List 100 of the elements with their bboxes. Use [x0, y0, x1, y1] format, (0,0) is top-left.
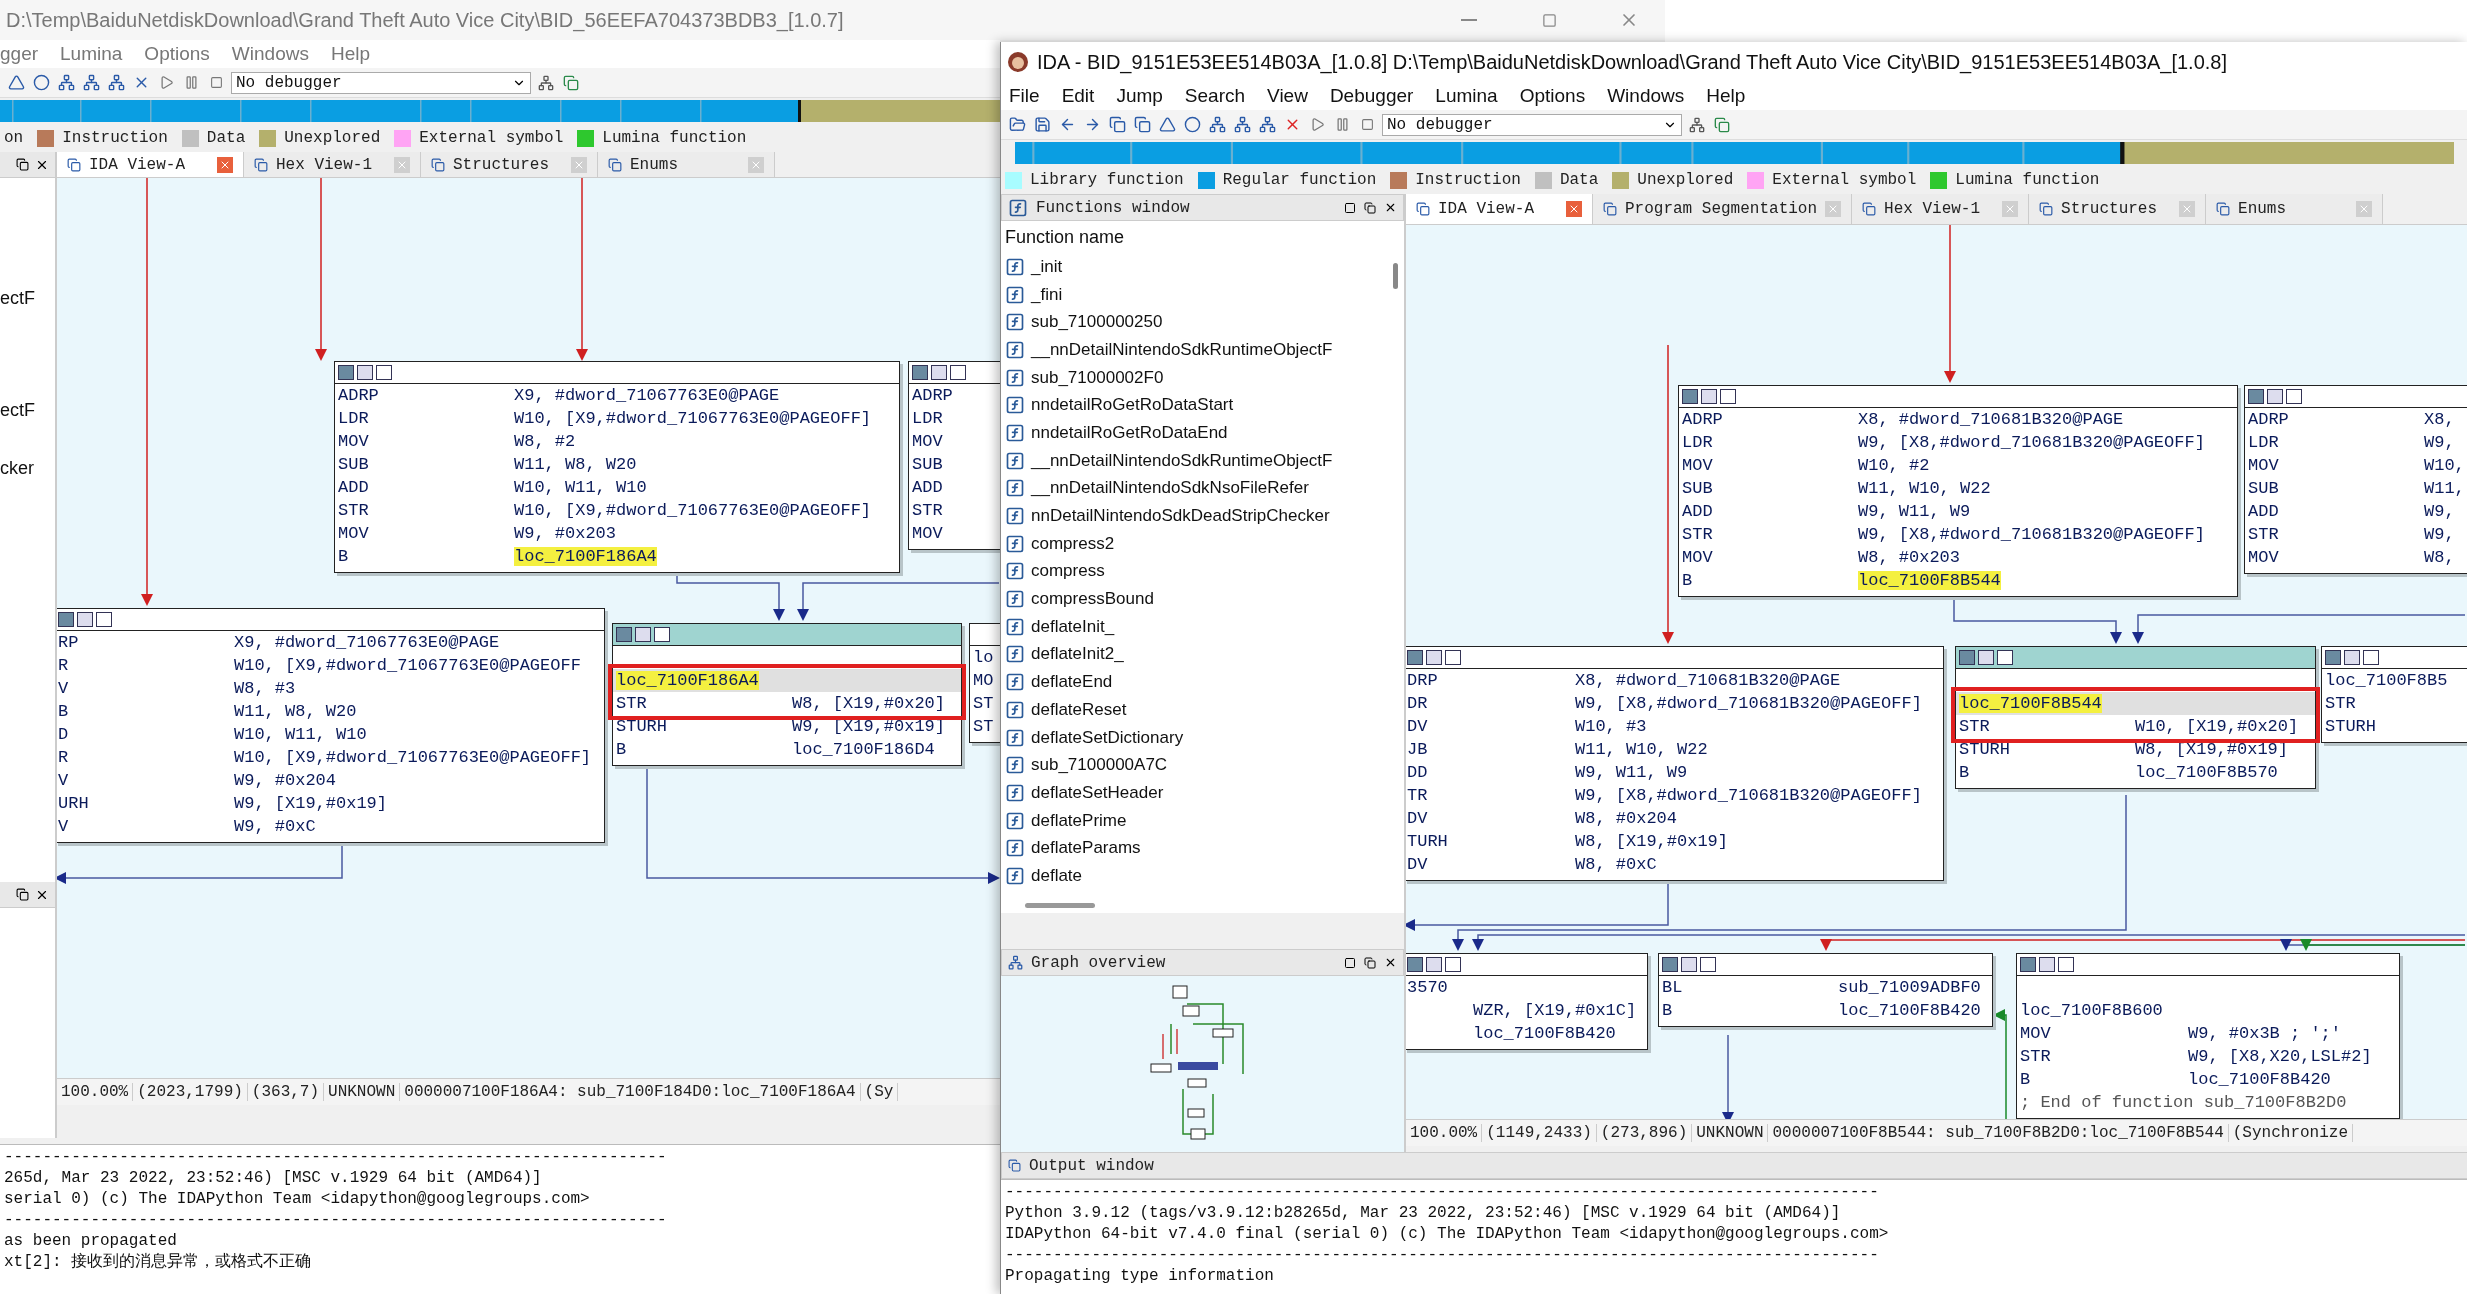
menu-item[interactable]: File [1009, 85, 1040, 107]
menu-item[interactable]: Help [1706, 85, 1746, 107]
menu-item[interactable]: Debugger [1329, 85, 1414, 107]
instruction-operand: X9, #dword_71067763E0@PAGE [234, 633, 500, 652]
instruction-mnemonic: ADRP [912, 386, 954, 405]
instruction-operand: W11, W8, W20 [234, 702, 357, 721]
instruction-mnemonic: TURH [1407, 832, 1449, 851]
output-line: Python 3.9.12 (tags/v3.9.12:b28265d, Mar 23 2022, 23:52:46) [MSC v.1929 64 bit (AMD64)] [1005, 1203, 1842, 1224]
menu-item[interactable]: Edit [1061, 85, 1095, 107]
function-name[interactable]: ectF [0, 400, 55, 424]
code-block[interactable]: BL sub_71009ADBF0 B loc_7100F8B420 [1658, 953, 1993, 1027]
view-tab[interactable]: Structures [2029, 194, 2207, 224]
legend-label: Data [206, 129, 246, 147]
instruction-mnemonic: DD [1407, 763, 1429, 782]
instruction-mnemonic: TR [1407, 786, 1429, 805]
code-block[interactable]: ADRP X9, #dword_71067763E0@PAGE LDR W10, [X9,#dword_71067763E0@PAGEOFF] MOV W8, #2 SUB W11, W8, W20 ADD W10, W11, W10 STR W10, [X9,#dword_71067763E0@PAGEOFF] MOV W9, #0x203 B loc_7100F186A4 [334, 361, 900, 573]
function-name[interactable]: deflatePrime [1031, 810, 1127, 831]
instruction-operand: W10, W11, W10 [234, 725, 367, 744]
instruction-operand: X8, [2424, 410, 2455, 429]
function-name[interactable]: _fini [1031, 284, 1063, 305]
function-name[interactable]: compress2 [1031, 533, 1115, 554]
function-name[interactable]: ectF [0, 288, 55, 312]
instruction-mnemonic: SUB [912, 455, 944, 474]
code-block[interactable]: lo MO ST ST [969, 623, 1000, 743]
function-name[interactable]: deflateSetDictionary [1031, 727, 1184, 748]
function-name[interactable]: deflateParams [1031, 838, 1141, 859]
panel-title: Graph overview [1031, 953, 1167, 972]
debugger-select[interactable]: No debugger [231, 71, 531, 94]
menu-item[interactable]: Lumina [1435, 85, 1498, 107]
output-line: serial 0) (c) The IDAPython Team <idapython@googlegroups.com> [4, 1189, 591, 1210]
function-name[interactable]: __nnDetailNintendoSdkRuntimeObjectF [1031, 339, 1333, 360]
legend-label: External symbol [419, 129, 564, 147]
code-block[interactable]: ADRP X8, #dword_710681B320@PAGE LDR W9, [X8,#dword_710681B320@PAGEOFF] MOV W10, #2 SUB W11, W10, W22 ADD W9, W11, W9 STR W9, [X8,#dword_710681B320@PAGEOFF] MOV W8, #0x203 B loc_7100F8B544 [1678, 385, 2238, 597]
instruction-mnemonic: MOV [1682, 456, 1714, 475]
view-tab[interactable]: Enums [2206, 194, 2384, 224]
code-block[interactable]: 3570 WZR, [X19,#0x1C] loc_7100F8B420 [1406, 953, 1648, 1050]
view-tab[interactable]: Enums [598, 152, 775, 177]
function-name[interactable]: sub_7100000A7C [1031, 755, 1168, 776]
code-block[interactable]: loc_7100F8B600 MOV W9, #0x3B ; ';' STR W9, [X8,X20,LSL#2] B loc_7100F8B420 ; End of function sub_7100F8B2D0 [2016, 953, 2400, 1119]
view-tab[interactable]: IDA View-A [1406, 194, 1593, 224]
function-name[interactable]: __nnDetailNintendoSdkNsoFileRefer [1031, 478, 1309, 499]
instruction-mnemonic: SUB [1682, 479, 1714, 498]
instruction-operand: W11, W10, W22 [1858, 479, 1991, 498]
view-tab[interactable]: Structures [421, 152, 598, 177]
panel-title: Functions window [1036, 198, 1191, 217]
instruction-mnemonic: ADRP [2248, 410, 2290, 429]
menu-item[interactable]: Help [330, 43, 370, 65]
function-name[interactable]: deflateSetHeader [1031, 782, 1164, 803]
menu-item[interactable]: Options [144, 43, 210, 65]
function-name[interactable]: compressBound [1031, 589, 1154, 610]
instruction-mnemonic: JB [1407, 740, 1429, 759]
status-field: (Synchronize [2228, 1124, 2353, 1142]
output-line: as been propagated [4, 1231, 178, 1252]
function-name[interactable]: deflateInit_ [1031, 616, 1115, 637]
function-name[interactable]: sub_71000002F0 [1031, 367, 1164, 388]
function-name[interactable]: deflateReset [1031, 699, 1127, 720]
function-name[interactable]: __nnDetailNintendoSdkRuntimeObjectF [1031, 450, 1333, 471]
instruction-operand: W9, [X8,#dword_710681B320@PAGEOFF] [1858, 433, 2205, 452]
function-name[interactable]: cker [0, 458, 55, 482]
function-name[interactable]: nndetailRoGetRoDataStart [1031, 395, 1234, 416]
function-name[interactable]: sub_7100000250 [1031, 312, 1163, 333]
instruction-mnemonic: V [58, 771, 70, 790]
function-name[interactable]: deflateInit2_ [1031, 644, 1124, 665]
instruction-mnemonic: MO [973, 671, 995, 690]
debugger-select[interactable]: No debugger [1382, 113, 1682, 136]
code-label: loc_7100F8B600 [2020, 1001, 2163, 1020]
menu-item[interactable]: Windows [1607, 85, 1685, 107]
instruction-mnemonic: STR [912, 501, 944, 520]
view-tab[interactable]: Hex View-1 [244, 152, 421, 177]
code-block[interactable]: ADRP X8, LDR W9, MOV W10, SUB W11, ADD W9, STR W9, MOV W8, [2244, 385, 2467, 574]
instruction-mnemonic: STR [2020, 1047, 2052, 1066]
status-field: 0000007100F8B544: sub_7100F8B2D0:loc_7100F8B544 [1768, 1124, 2229, 1142]
function-name[interactable]: deflate [1031, 865, 1083, 886]
function-name[interactable]: deflateEnd [1031, 672, 1113, 693]
status-field: UNKNOWN [1692, 1124, 1769, 1142]
code-block[interactable]: RP X9, #dword_71067763E0@PAGE R W10, [X9,#dword_71067763E0@PAGEOFF V W8, #3 B W11, W8, W20 D W10, W11, W10 R W10, [X9,#dword_71067763E0@PAGEOFF] V W9, #0x204 URH W9, [X19,#0x19] V W9, #0xC [57, 608, 605, 843]
status-field: (Sy [860, 1083, 899, 1101]
instruction-operand: W9, W11, W9 [1858, 502, 1971, 521]
function-name[interactable]: compress [1031, 561, 1105, 582]
column-header[interactable]: Function name [1001, 221, 1404, 253]
menu-item[interactable]: Lumina [60, 43, 123, 65]
function-name[interactable]: nndetailRoGetRoDataEnd [1031, 422, 1228, 443]
status-field: 0000007100F186A4: sub_7100F184D0:loc_7100F186A4 [400, 1083, 861, 1101]
menu-item[interactable]: View [1267, 85, 1308, 107]
instruction-operand: W9, [X8,#dword_710681B320@PAGEOFF] [1575, 786, 1922, 805]
instruction-operand: loc_7100F186D4 [792, 740, 935, 759]
instruction-mnemonic: D [58, 725, 70, 744]
view-tab[interactable]: Program Segmentation [1593, 194, 1853, 224]
code-block[interactable]: loc_7100F8B5 STR STURH [2321, 646, 2467, 743]
view-tab[interactable]: IDA View-A [57, 152, 244, 177]
function-name[interactable]: _init [1031, 256, 1063, 277]
view-tab[interactable]: Hex View-1 [1852, 194, 2030, 224]
function-name[interactable]: nnDetailNintendoSdkDeadStripChecker [1031, 506, 1330, 527]
menu-item[interactable]: Windows [231, 43, 309, 65]
code-block[interactable]: ADRP LDR MOV SUB ADD STR MOV [908, 361, 1000, 550]
menu-item[interactable]: Options [1519, 85, 1586, 107]
code-block[interactable]: DRP X8, #dword_710681B320@PAGE DR W9, [X8,#dword_710681B320@PAGEOFF] DV W10, #3 JB W11, W10, W22 DD W9, W11, W9 TR W9, [X8,#dword_710681B320@PAGEOFF] DV W8, #0x204 TURH W8, [X19,#0x19] DV W8, #0xC [1406, 646, 1944, 881]
menu-item[interactable]: Jump [1116, 85, 1163, 107]
menu-item[interactable]: gger [0, 43, 39, 65]
menu-item[interactable]: Search [1184, 85, 1246, 107]
